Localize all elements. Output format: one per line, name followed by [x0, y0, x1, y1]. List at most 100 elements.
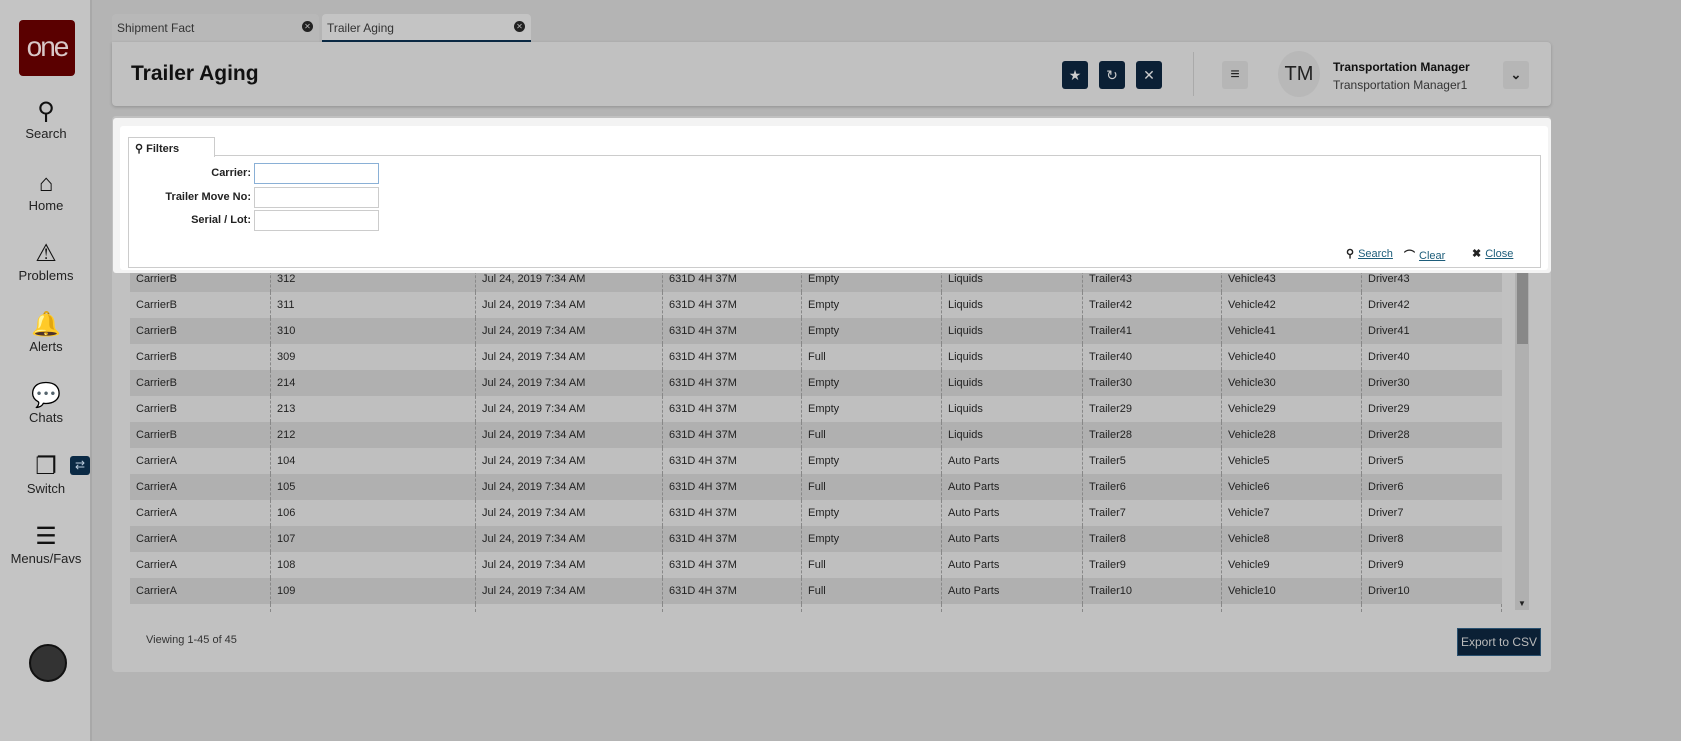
cell-date: Jul 24, 2019 7:34 AM	[475, 552, 662, 578]
page-title: Trailer Aging	[131, 62, 259, 85]
export-csv-button[interactable]: Export to CSV	[1457, 628, 1541, 656]
refresh-button[interactable]: ↻	[1099, 61, 1125, 89]
cell-status: Empty	[801, 448, 941, 474]
table-row[interactable]: CarrierA 104 Jul 24, 2019 7:34 AM 631D 4H 3…	[130, 448, 1502, 474]
filter-popup: ⚲ Filters Carrier: Trailer Move No: Seri…	[113, 118, 1551, 273]
cell-age: 631D 4H 37M	[662, 370, 801, 396]
cell-trailer-move-no: 309	[270, 344, 475, 370]
carrier-input[interactable]	[254, 163, 379, 184]
tab-shipment-fact[interactable]: Shipment Fact ✕	[112, 14, 319, 42]
column-divider	[941, 604, 942, 612]
cell-trailer-move-no: 213	[270, 396, 475, 422]
close-link-label: Close	[1485, 248, 1514, 260]
cell-commodity: Auto Parts	[941, 578, 1082, 604]
cell-date: Jul 24, 2019 7:34 AM	[475, 526, 662, 552]
cell-carrier: CarrierB	[136, 325, 177, 337]
column-divider	[475, 604, 476, 612]
switch-arrows-icon[interactable]: ⇄	[70, 456, 90, 475]
table-row[interactable]: CarrierB 214 Jul 24, 2019 7:34 AM 631D 4H 3…	[130, 370, 1502, 396]
cell-driver: Driver6	[1361, 474, 1502, 500]
home-icon: ⌂	[38, 170, 54, 197]
cell-commodity: Liquids	[941, 370, 1082, 396]
table-row[interactable]: CarrierB 212 Jul 24, 2019 7:34 AM 631D 4H 3…	[130, 422, 1502, 448]
one-logo[interactable]: one	[19, 20, 75, 76]
column-divider	[1501, 604, 1502, 612]
serial-lot-input[interactable]	[254, 210, 379, 231]
cell-carrier: CarrierB	[136, 429, 177, 441]
cell-driver: Driver9	[1361, 552, 1502, 578]
user-role: Transportation Manager1	[1333, 78, 1468, 92]
cell-status: Full	[801, 422, 941, 448]
table-row[interactable]: CarrierA 109 Jul 24, 2019 7:34 AM 631D 4H 3…	[130, 578, 1502, 604]
close-tab-icon[interactable]: ✕	[302, 21, 313, 32]
close-tab-icon[interactable]: ✕	[514, 21, 525, 32]
cell-vehicle: Vehicle29	[1221, 396, 1361, 422]
cell-trailer-move-no: 109	[270, 578, 475, 604]
sidebar-item-home[interactable]: ⌂ Home	[0, 170, 92, 213]
table-row[interactable]: CarrierB 311 Jul 24, 2019 7:34 AM 631D 4H 3…	[130, 292, 1502, 318]
sidebar-item-problems[interactable]: ⚠ Problems	[0, 240, 92, 283]
user-menu-button[interactable]: ⌄	[1503, 61, 1529, 89]
scroll-down-icon[interactable]: ▼	[1518, 599, 1526, 608]
table-row[interactable]: CarrierB 213 Jul 24, 2019 7:34 AM 631D 4H 3…	[130, 396, 1502, 422]
carrier-label: Carrier:	[211, 167, 251, 179]
close-icon: ✕	[1143, 67, 1155, 83]
cell-age: 631D 4H 37M	[662, 422, 801, 448]
cell-trailer-move-no: 310	[270, 318, 475, 344]
avatar[interactable]: TM	[1278, 51, 1320, 97]
close-page-button[interactable]: ✕	[1136, 61, 1162, 89]
cell-carrier: CarrierA	[136, 507, 177, 519]
search-icon: ⚲	[1346, 248, 1355, 260]
filter-clear-link[interactable]: ⌒ Clear	[1404, 247, 1445, 263]
cell-status: Empty	[801, 370, 941, 396]
cell-commodity: Auto Parts	[941, 552, 1082, 578]
cell-trailer-move-no: 212	[270, 422, 475, 448]
cell-trailer: Trailer9	[1082, 552, 1221, 578]
favorite-button[interactable]: ★	[1062, 61, 1088, 89]
cell-vehicle: Vehicle30	[1221, 370, 1361, 396]
cell-trailer-move-no: 106	[270, 500, 475, 526]
cell-commodity: Liquids	[941, 422, 1082, 448]
cell-status: Empty	[801, 396, 941, 422]
sidebar-item-alerts[interactable]: 🔔 Alerts	[0, 311, 92, 354]
filter-search-link[interactable]: ⚲ Search	[1346, 247, 1393, 260]
scrollbar-thumb[interactable]	[1517, 266, 1528, 344]
cell-status: Empty	[801, 292, 941, 318]
sidebar-item-chats[interactable]: 💬 Chats	[0, 382, 92, 425]
table-row[interactable]: CarrierB 309 Jul 24, 2019 7:34 AM 631D 4H 3…	[130, 344, 1502, 370]
cell-status: Empty	[801, 526, 941, 552]
cell-date: Jul 24, 2019 7:34 AM	[475, 318, 662, 344]
sidebar-item-label: Problems	[18, 268, 74, 283]
sidebar: one ⚲ Search ⌂ Home ⚠ Problems 🔔 Alerts 💬 Cha…	[0, 0, 92, 741]
trailer-move-no-input[interactable]	[254, 187, 379, 208]
cell-carrier: CarrierB	[136, 403, 177, 415]
cell-vehicle: Vehicle42	[1221, 292, 1361, 318]
table-scrollbar[interactable]: ▼	[1515, 266, 1529, 610]
filter-panel: ⚲ Filters Carrier: Trailer Move No: Seri…	[120, 126, 1548, 270]
cell-commodity: Liquids	[941, 396, 1082, 422]
cell-date: Jul 24, 2019 7:34 AM	[475, 448, 662, 474]
cell-age: 631D 4H 37M	[662, 448, 801, 474]
assistant-avatar[interactable]	[29, 644, 67, 682]
table-row[interactable]: CarrierA 106 Jul 24, 2019 7:34 AM 631D 4H 3…	[130, 500, 1502, 526]
sidebar-item-label: Switch	[26, 481, 66, 496]
cell-trailer-move-no: 108	[270, 552, 475, 578]
table-row[interactable]: CarrierA 107 Jul 24, 2019 7:34 AM 631D 4H 3…	[130, 526, 1502, 552]
menu-button[interactable]: ≡	[1222, 61, 1248, 89]
column-divider	[801, 604, 802, 612]
menu-icon: ☰	[35, 523, 57, 550]
filter-close-link[interactable]: ✖ Close	[1472, 247, 1513, 260]
table-row[interactable]: CarrierA 105 Jul 24, 2019 7:34 AM 631D 4H 3…	[130, 474, 1502, 500]
sidebar-item-search[interactable]: ⚲ Search	[0, 98, 92, 141]
table-row[interactable]: CarrierA 108 Jul 24, 2019 7:34 AM 631D 4H 3…	[130, 552, 1502, 578]
cell-trailer: Trailer30	[1082, 370, 1221, 396]
bell-icon: 🔔	[31, 311, 61, 338]
cell-trailer: Trailer7	[1082, 500, 1221, 526]
table-row[interactable]: CarrierB 310 Jul 24, 2019 7:34 AM 631D 4H 3…	[130, 318, 1502, 344]
filters-tab[interactable]: ⚲ Filters	[128, 137, 215, 157]
sidebar-item-menus-favs[interactable]: ☰ Menus/Favs	[0, 523, 92, 566]
menu-icon: ≡	[1230, 66, 1240, 83]
cell-age: 631D 4H 37M	[662, 500, 801, 526]
cell-age: 631D 4H 37M	[662, 318, 801, 344]
tab-trailer-aging[interactable]: Trailer Aging ✕	[322, 14, 531, 42]
